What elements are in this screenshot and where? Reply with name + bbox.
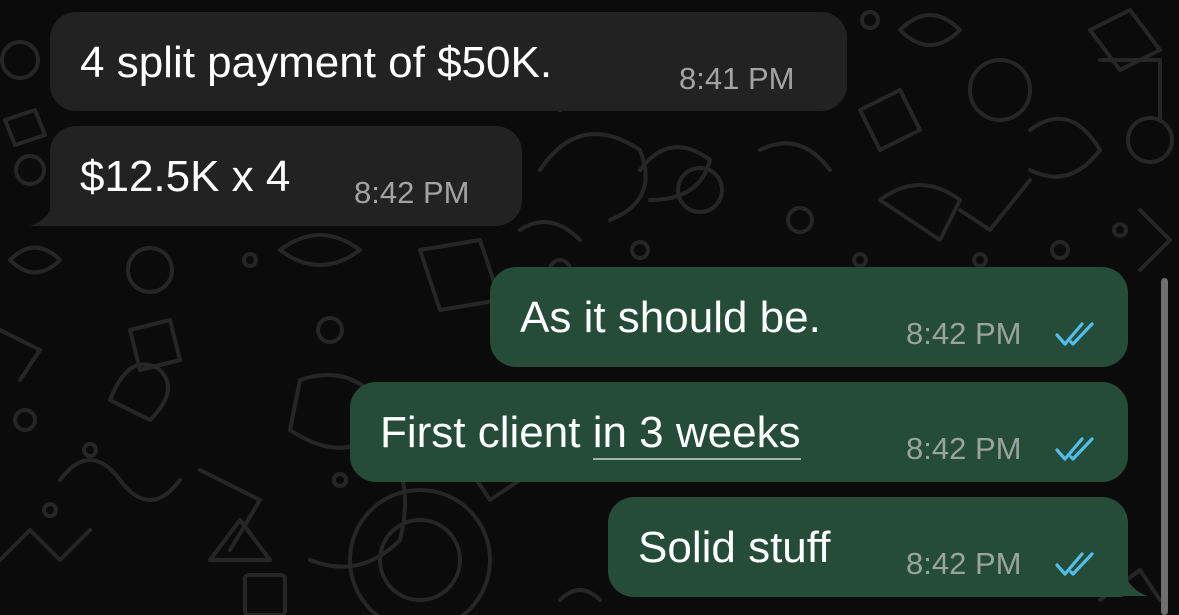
scrollbar[interactable] xyxy=(1161,278,1168,615)
message-bubble-outgoing[interactable]: As it should be. 8:42 PM xyxy=(490,267,1128,367)
message-bubble-outgoing[interactable]: First client in 3 weeks 8:42 PM xyxy=(350,382,1128,482)
message-timestamp: 8:42 PM xyxy=(906,546,1022,581)
message-bubble-outgoing[interactable]: Solid stuff 8:42 PM xyxy=(608,497,1128,597)
message-text: 4 split payment of $50K. xyxy=(80,38,553,87)
message-timestamp: 8:42 PM xyxy=(906,316,1022,351)
message-text: First client in 3 weeks xyxy=(380,408,801,460)
message-timestamp: 8:41 PM xyxy=(679,61,795,96)
message-text: $12.5K x 4 xyxy=(80,152,291,201)
bubble-tail xyxy=(1108,566,1148,596)
double-check-icon xyxy=(1055,322,1094,346)
message-text: As it should be. xyxy=(520,293,821,342)
message-timestamp: 8:42 PM xyxy=(906,431,1022,466)
detected-date-link[interactable]: in 3 weeks xyxy=(592,408,801,460)
double-check-icon xyxy=(1055,437,1094,461)
bubble-tail xyxy=(30,196,70,226)
message-bubble-incoming[interactable]: 4 split payment of $50K. 8:41 PM xyxy=(50,12,847,111)
message-timestamp: 8:42 PM xyxy=(354,175,470,210)
message-text: Solid stuff xyxy=(638,523,831,572)
double-check-icon xyxy=(1055,552,1094,576)
message-bubble-incoming[interactable]: $12.5K x 4 8:42 PM xyxy=(50,126,522,226)
message-text-plain: First client xyxy=(380,408,593,457)
